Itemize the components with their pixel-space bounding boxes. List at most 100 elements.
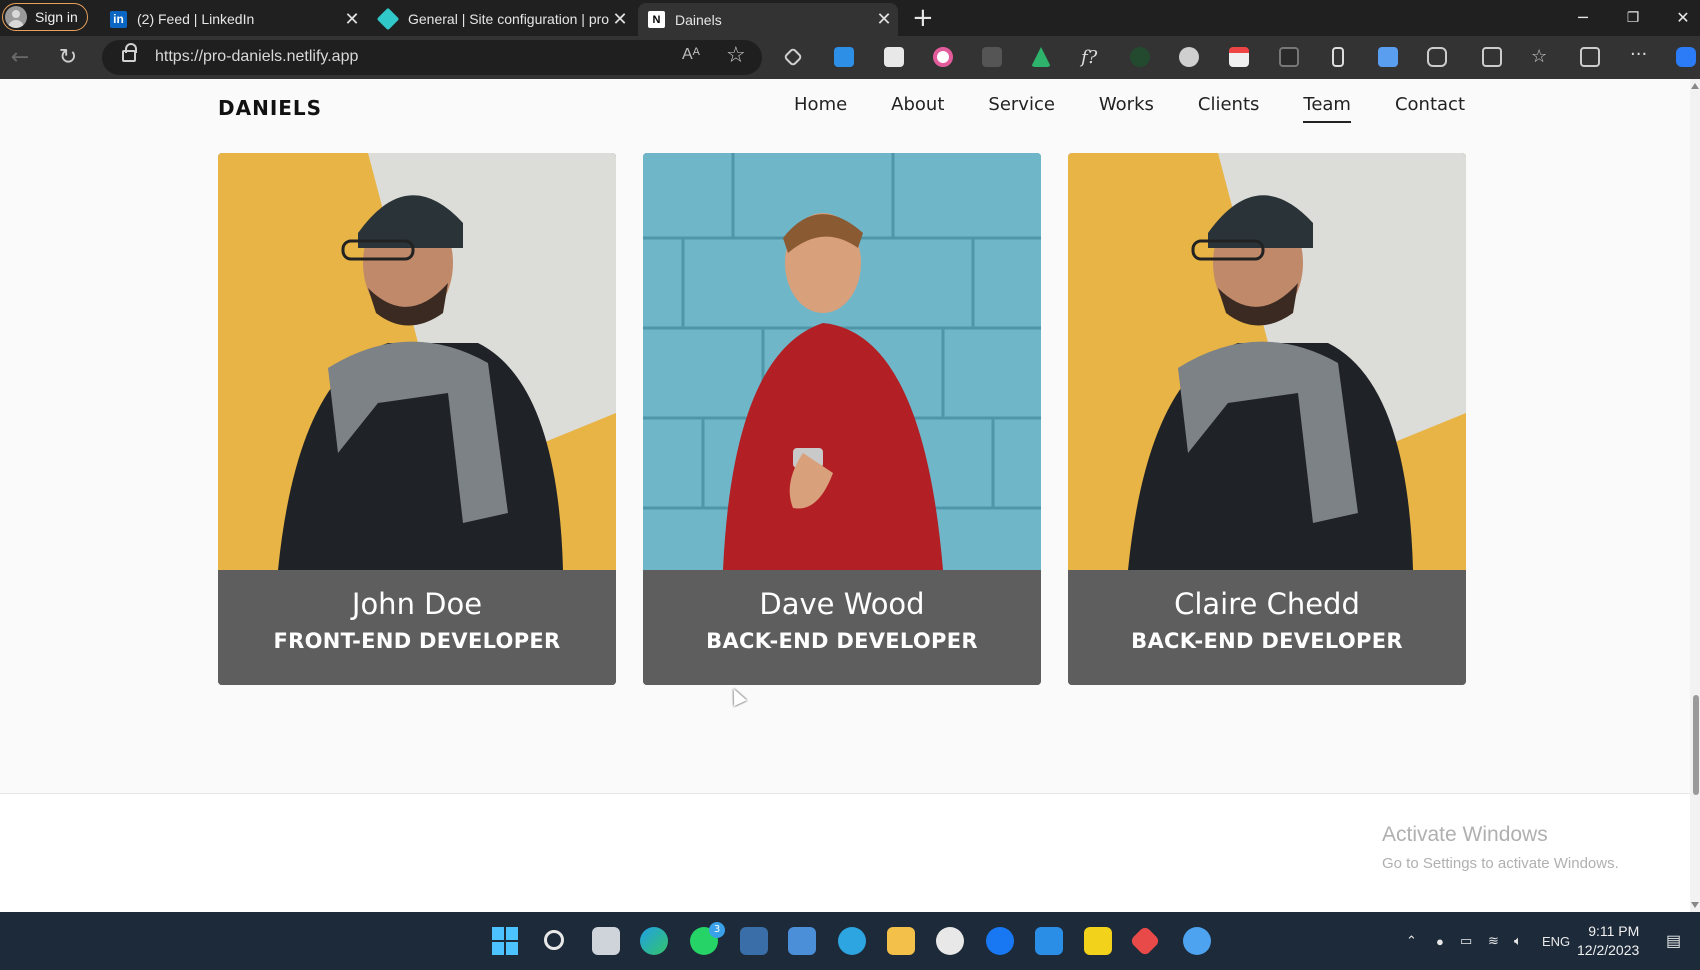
favorite-star-icon[interactable]: ☆ bbox=[726, 43, 746, 68]
check-extension-icon[interactable] bbox=[1130, 47, 1150, 67]
git-icon[interactable] bbox=[1129, 925, 1161, 957]
system-clock[interactable]: 9:11 PM 12/2/2023 bbox=[1577, 922, 1639, 960]
url-text[interactable]: https://pro-daniels.netlify.app bbox=[155, 48, 358, 66]
file-explorer-icon[interactable] bbox=[887, 927, 915, 955]
clock-date: 12/2/2023 bbox=[1577, 942, 1640, 958]
copy-extension-icon[interactable] bbox=[1378, 47, 1398, 67]
nav-works[interactable]: Works bbox=[1099, 94, 1154, 123]
extensions-puzzle-icon[interactable] bbox=[1427, 47, 1447, 67]
team-member-name: Claire Chedd bbox=[1174, 587, 1360, 621]
scroll-down-arrow-icon[interactable] bbox=[1691, 902, 1699, 908]
linkedin-icon: in bbox=[110, 10, 127, 28]
nav-service[interactable]: Service bbox=[988, 94, 1055, 123]
profile-avatar-icon bbox=[5, 6, 27, 28]
mail-icon[interactable] bbox=[788, 927, 816, 955]
split-screen-icon[interactable] bbox=[1482, 47, 1502, 67]
team-card: John Doe FRONT-END DEVELOPER bbox=[218, 153, 616, 685]
terminal-extension-icon[interactable] bbox=[1279, 47, 1299, 67]
search-icon[interactable] bbox=[544, 930, 564, 950]
nav-clients[interactable]: Clients bbox=[1198, 94, 1260, 123]
notion-icon: N bbox=[648, 11, 665, 28]
site-logo[interactable]: DANIELS bbox=[218, 96, 322, 120]
address-bar[interactable]: https://pro-daniels.netlify.app Aᴬ ☆ bbox=[102, 40, 762, 75]
clock-time: 9:11 PM bbox=[1588, 923, 1640, 939]
tab-linkedin[interactable]: in (2) Feed | LinkedIn ✕ bbox=[110, 3, 360, 35]
page-scrollbar[interactable] bbox=[1690, 79, 1700, 912]
team-member-name: Dave Wood bbox=[759, 587, 925, 621]
microphone-icon[interactable]: ● bbox=[1436, 912, 1444, 970]
refresh-icon[interactable]: ↻ bbox=[54, 44, 82, 72]
tab-dainels-active[interactable]: N Dainels ✕ bbox=[638, 3, 898, 36]
show-hidden-icons-icon[interactable]: ⌃ bbox=[1406, 912, 1417, 970]
phone-extension-icon[interactable] bbox=[1332, 47, 1344, 67]
maps-icon[interactable] bbox=[1183, 927, 1211, 955]
lock-icon[interactable] bbox=[122, 43, 137, 62]
team-member-photo bbox=[218, 153, 616, 570]
formula-extension-icon[interactable]: f? bbox=[1081, 47, 1101, 68]
notification-badge: 3 bbox=[709, 922, 725, 938]
close-tab-icon[interactable]: ✕ bbox=[612, 9, 628, 30]
language-indicator[interactable]: ENG bbox=[1542, 912, 1570, 970]
wifi-icon[interactable]: ≋ bbox=[1488, 912, 1499, 970]
team-card-caption: Claire Chedd BACK-END DEVELOPER bbox=[1068, 570, 1466, 685]
facebook-icon[interactable] bbox=[986, 927, 1014, 955]
ticktick-extension-icon[interactable] bbox=[1179, 47, 1199, 67]
favorites-icon[interactable]: ☆ bbox=[1531, 47, 1551, 67]
netlify-icon bbox=[376, 7, 400, 31]
nav-home[interactable]: Home bbox=[794, 94, 847, 123]
team-member-role: BACK-END DEVELOPER bbox=[1131, 629, 1403, 653]
t-extension-icon[interactable] bbox=[884, 47, 904, 67]
read-aloud-icon[interactable]: Aᴬ bbox=[682, 46, 700, 64]
nav-team[interactable]: Team bbox=[1303, 94, 1351, 123]
scroll-up-arrow-icon[interactable] bbox=[1691, 83, 1699, 89]
notifications-icon[interactable]: ▤ bbox=[1666, 912, 1681, 970]
minimize-window-button[interactable]: ─ bbox=[1558, 0, 1608, 36]
team-member-name: John Doe bbox=[351, 587, 483, 621]
team-member-photo bbox=[643, 153, 1041, 570]
watermark-subtitle: Go to Settings to activate Windows. bbox=[1382, 855, 1619, 872]
color-picker-extension-icon[interactable] bbox=[933, 47, 953, 67]
activate-windows-watermark: Activate Windows Go to Settings to activ… bbox=[1382, 823, 1619, 872]
close-window-button[interactable]: ✕ bbox=[1658, 0, 1700, 36]
settings-more-icon[interactable]: ··· bbox=[1630, 46, 1650, 67]
scrollbar-thumb[interactable] bbox=[1693, 695, 1699, 795]
tab-title: (2) Feed | LinkedIn bbox=[137, 11, 255, 27]
close-tab-icon[interactable]: ✕ bbox=[344, 9, 360, 30]
collections-icon[interactable] bbox=[1580, 47, 1600, 67]
cast-extension-icon[interactable] bbox=[982, 47, 1002, 67]
nav-about[interactable]: About bbox=[891, 94, 944, 123]
new-tab-button[interactable]: + bbox=[912, 3, 934, 33]
team-card: Claire Chedd BACK-END DEVELOPER bbox=[1068, 153, 1466, 685]
calendar-extension-icon[interactable] bbox=[1229, 47, 1249, 67]
restore-window-button[interactable]: ❐ bbox=[1608, 0, 1658, 36]
app-icon[interactable] bbox=[936, 927, 964, 955]
web-page: DANIELS Home About Service Works Clients… bbox=[0, 79, 1690, 912]
vscode-icon[interactable] bbox=[1035, 927, 1063, 955]
profile-sign-in-label: Sign in bbox=[35, 9, 78, 25]
pin-app-icon[interactable] bbox=[1084, 927, 1112, 955]
back-arrow-icon[interactable]: ← bbox=[6, 44, 34, 72]
team-member-role: BACK-END DEVELOPER bbox=[706, 629, 978, 653]
copilot-icon[interactable] bbox=[1676, 47, 1696, 67]
team-card: Dave Wood BACK-END DEVELOPER bbox=[643, 153, 1041, 685]
snipping-tool-icon[interactable] bbox=[740, 927, 768, 955]
task-view-icon[interactable] bbox=[592, 927, 620, 955]
windows-start-icon[interactable] bbox=[492, 927, 520, 955]
profile-sign-in-button[interactable]: Sign in bbox=[2, 3, 88, 31]
browser-tab-strip: Sign in in (2) Feed | LinkedIn ✕ General… bbox=[0, 0, 1700, 36]
telegram-icon[interactable] bbox=[838, 927, 866, 955]
windows-taskbar: 3 ⌃ ● ▭ ≋ 🔈︎ ENG 9:11 PM 12/2/2023 ▤ bbox=[0, 912, 1700, 970]
volume-icon[interactable]: 🔈︎ bbox=[1514, 912, 1522, 970]
tab-title: General | Site configuration | pro bbox=[408, 11, 610, 27]
team-member-role: FRONT-END DEVELOPER bbox=[273, 629, 561, 653]
site-nav: Home About Service Works Clients Team Co… bbox=[794, 94, 1465, 123]
nav-contact[interactable]: Contact bbox=[1395, 94, 1465, 123]
team-member-photo bbox=[1068, 153, 1466, 570]
edge-browser-icon[interactable] bbox=[640, 927, 668, 955]
whatsapp-icon[interactable]: 3 bbox=[690, 922, 725, 955]
battery-icon[interactable]: ▭ bbox=[1460, 912, 1472, 970]
download-extension-icon[interactable] bbox=[834, 47, 854, 67]
tab-netlify[interactable]: General | Site configuration | pro ✕ bbox=[376, 3, 628, 35]
tab-title: Dainels bbox=[675, 11, 722, 28]
close-tab-icon[interactable]: ✕ bbox=[876, 9, 892, 30]
